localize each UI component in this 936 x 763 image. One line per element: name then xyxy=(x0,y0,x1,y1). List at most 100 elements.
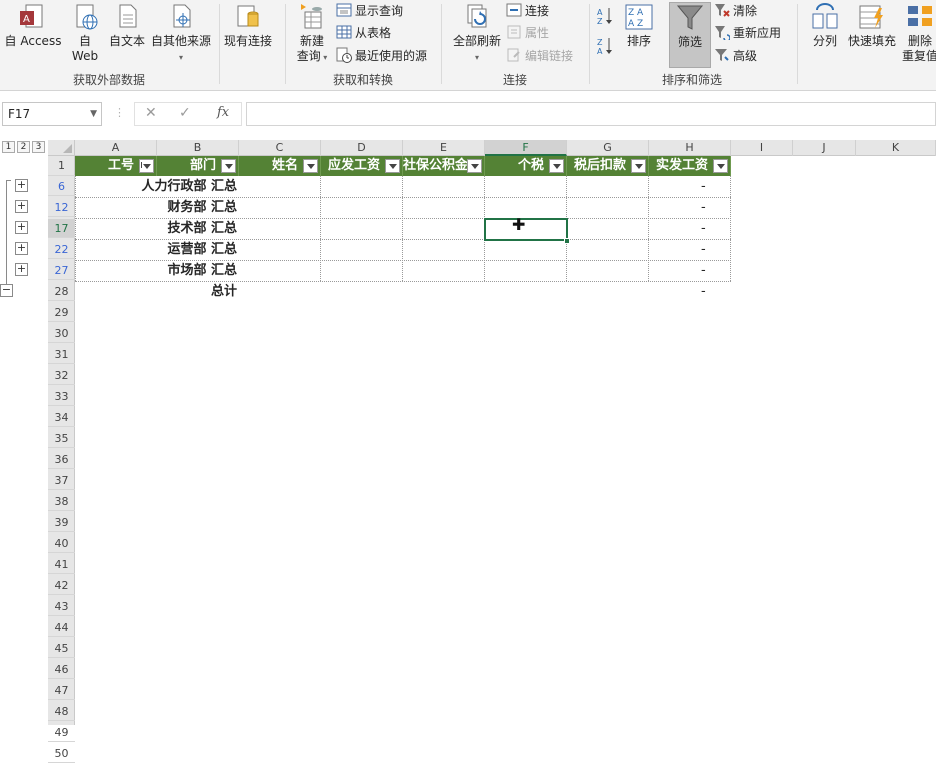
chevron-down-icon: ▾ xyxy=(178,53,183,62)
expand-group-button[interactable]: + xyxy=(15,200,28,213)
show-queries-button[interactable]: 显示查询 xyxy=(336,1,403,21)
properties-button[interactable]: 属性 xyxy=(506,23,549,43)
row-header-29[interactable]: 29 xyxy=(48,303,75,322)
column-header-I[interactable]: I xyxy=(731,140,793,156)
flash-fill-button[interactable]: 快速填充 xyxy=(846,2,898,49)
row-header-32[interactable]: 32 xyxy=(48,366,75,385)
row-header-38[interactable]: 38 xyxy=(48,492,75,511)
name-box[interactable]: F17 ▼ xyxy=(2,102,102,126)
row-header-22[interactable]: 22 xyxy=(48,240,75,259)
row-header-45[interactable]: 45 xyxy=(48,639,75,658)
column-header-G[interactable]: G xyxy=(567,140,649,156)
enter-icon[interactable]: ✓ xyxy=(179,105,191,121)
column-header-J[interactable]: J xyxy=(793,140,856,156)
new-query-button[interactable]: 新建 查询 ▾ xyxy=(290,2,334,65)
expand-group-button[interactable]: + xyxy=(15,242,28,255)
connections-button[interactable]: 连接 xyxy=(506,1,549,21)
from-text-button[interactable]: 自文本 xyxy=(106,2,148,49)
filter-dropdown-icon[interactable] xyxy=(713,159,728,173)
row-header-6[interactable]: 6 xyxy=(48,177,75,196)
row-header-17[interactable]: 17 xyxy=(48,219,75,238)
column-header-F[interactable]: F xyxy=(485,140,567,156)
chevron-down-icon[interactable]: ▼ xyxy=(90,103,97,125)
cell-border xyxy=(320,176,321,281)
sort-button[interactable]: Z AA Z 排序 xyxy=(622,2,656,49)
active-cell-selection[interactable] xyxy=(484,218,568,241)
column-header-H[interactable]: H xyxy=(649,140,731,156)
from-web-button[interactable]: 自 Web xyxy=(66,2,104,64)
filter-dropdown-icon[interactable] xyxy=(467,159,482,173)
expand-group-button[interactable]: + xyxy=(15,179,28,192)
row-header-43[interactable]: 43 xyxy=(48,597,75,616)
refresh-all-button[interactable]: 全部刷新 ▾ xyxy=(450,2,504,65)
filter-dropdown-icon[interactable] xyxy=(385,159,400,173)
from-access-button[interactable]: A 自 Access xyxy=(2,2,64,49)
advanced-filter-button[interactable]: 高级 xyxy=(714,46,757,66)
filter-dropdown-icon[interactable] xyxy=(549,159,564,173)
filter-active-dropdown-icon[interactable] xyxy=(139,159,154,173)
row-header-31[interactable]: 31 xyxy=(48,345,75,364)
filter-dropdown-icon[interactable] xyxy=(631,159,646,173)
expand-group-button[interactable]: + xyxy=(15,221,28,234)
column-header-B[interactable]: B xyxy=(157,140,239,156)
remove-duplicates-button[interactable]: 删除 重复值 xyxy=(900,2,936,64)
row-header-34[interactable]: 34 xyxy=(48,408,75,427)
show-queries-label: 显示查询 xyxy=(355,4,404,18)
from-other-sources-button[interactable]: 自其他来源 ▾ xyxy=(149,2,213,65)
filter-button[interactable]: 筛选 xyxy=(669,2,711,68)
row-header-36[interactable]: 36 xyxy=(48,450,75,469)
outline-level-3-button[interactable]: 3 xyxy=(32,141,45,153)
edit-links-button[interactable]: 编辑链接 xyxy=(506,46,573,66)
column-header-D[interactable]: D xyxy=(321,140,403,156)
recent-sources-icon xyxy=(336,47,352,63)
insert-function-icon[interactable]: fx xyxy=(217,105,229,120)
filter-funnel-icon xyxy=(676,5,704,30)
select-all-corner[interactable] xyxy=(48,140,75,156)
worksheet-grid[interactable]: 工号 部门 姓名 应发工资 社保公积金 个税 税后扣款 实发工资 人力行政部 汇总 - 财务部 汇总… xyxy=(75,156,936,725)
row-header-30[interactable]: 30 xyxy=(48,324,75,343)
row-header-47[interactable]: 47 xyxy=(48,681,75,700)
svg-text:A: A xyxy=(597,8,603,17)
outline-level-2-button[interactable]: 2 xyxy=(17,141,30,153)
row-header-46[interactable]: 46 xyxy=(48,660,75,679)
outline-level-1-button[interactable]: 1 xyxy=(2,141,15,153)
row-header-37[interactable]: 37 xyxy=(48,471,75,490)
other-sources-icon xyxy=(173,4,191,28)
column-header-K[interactable]: K xyxy=(856,140,936,156)
dept-summary-cell: 总计 xyxy=(210,284,237,299)
formula-bar-grip-icon[interactable]: ⋮ xyxy=(114,106,125,119)
row-header-48[interactable]: 48 xyxy=(48,702,75,721)
sort-descending-button[interactable]: ZA xyxy=(596,36,617,56)
sort-ascending-button[interactable]: AZ xyxy=(596,6,617,26)
expand-group-button[interactable]: + xyxy=(15,263,28,276)
row-header-27[interactable]: 27 xyxy=(48,261,75,280)
fill-handle[interactable] xyxy=(564,238,570,244)
column-header-E[interactable]: E xyxy=(403,140,485,156)
column-header-C[interactable]: C xyxy=(239,140,321,156)
row-header-42[interactable]: 42 xyxy=(48,576,75,595)
row-header-50[interactable]: 50 xyxy=(48,744,75,763)
recent-sources-button[interactable]: 最近使用的源 xyxy=(336,46,427,66)
filter-dropdown-icon[interactable] xyxy=(221,159,236,173)
reapply-button[interactable]: 重新应用 xyxy=(714,23,781,43)
row-header-39[interactable]: 39 xyxy=(48,513,75,532)
existing-connections-button[interactable]: 现有连接 xyxy=(222,2,274,49)
text-to-columns-button[interactable]: 分列 xyxy=(806,2,844,49)
row-header-28[interactable]: 28 xyxy=(48,282,75,301)
filter-dropdown-icon[interactable] xyxy=(303,159,318,173)
formula-input[interactable] xyxy=(246,102,936,126)
row-header-33[interactable]: 33 xyxy=(48,387,75,406)
column-header-A[interactable]: A xyxy=(75,140,157,156)
from-table-button[interactable]: 从表格 xyxy=(336,23,391,43)
row-header-40[interactable]: 40 xyxy=(48,534,75,553)
row-header-44[interactable]: 44 xyxy=(48,618,75,637)
row-header-35[interactable]: 35 xyxy=(48,429,75,448)
cancel-icon[interactable]: ✕ xyxy=(145,105,157,121)
clear-filter-button[interactable]: 清除 xyxy=(714,1,757,21)
row-header-49[interactable]: 49 xyxy=(48,723,75,742)
row-header-12[interactable]: 12 xyxy=(48,198,75,217)
row-header-1[interactable]: 1 xyxy=(48,156,75,176)
net-pay-cell: - xyxy=(701,221,706,236)
row-header-41[interactable]: 41 xyxy=(48,555,75,574)
collapse-group-button[interactable]: − xyxy=(0,284,13,297)
